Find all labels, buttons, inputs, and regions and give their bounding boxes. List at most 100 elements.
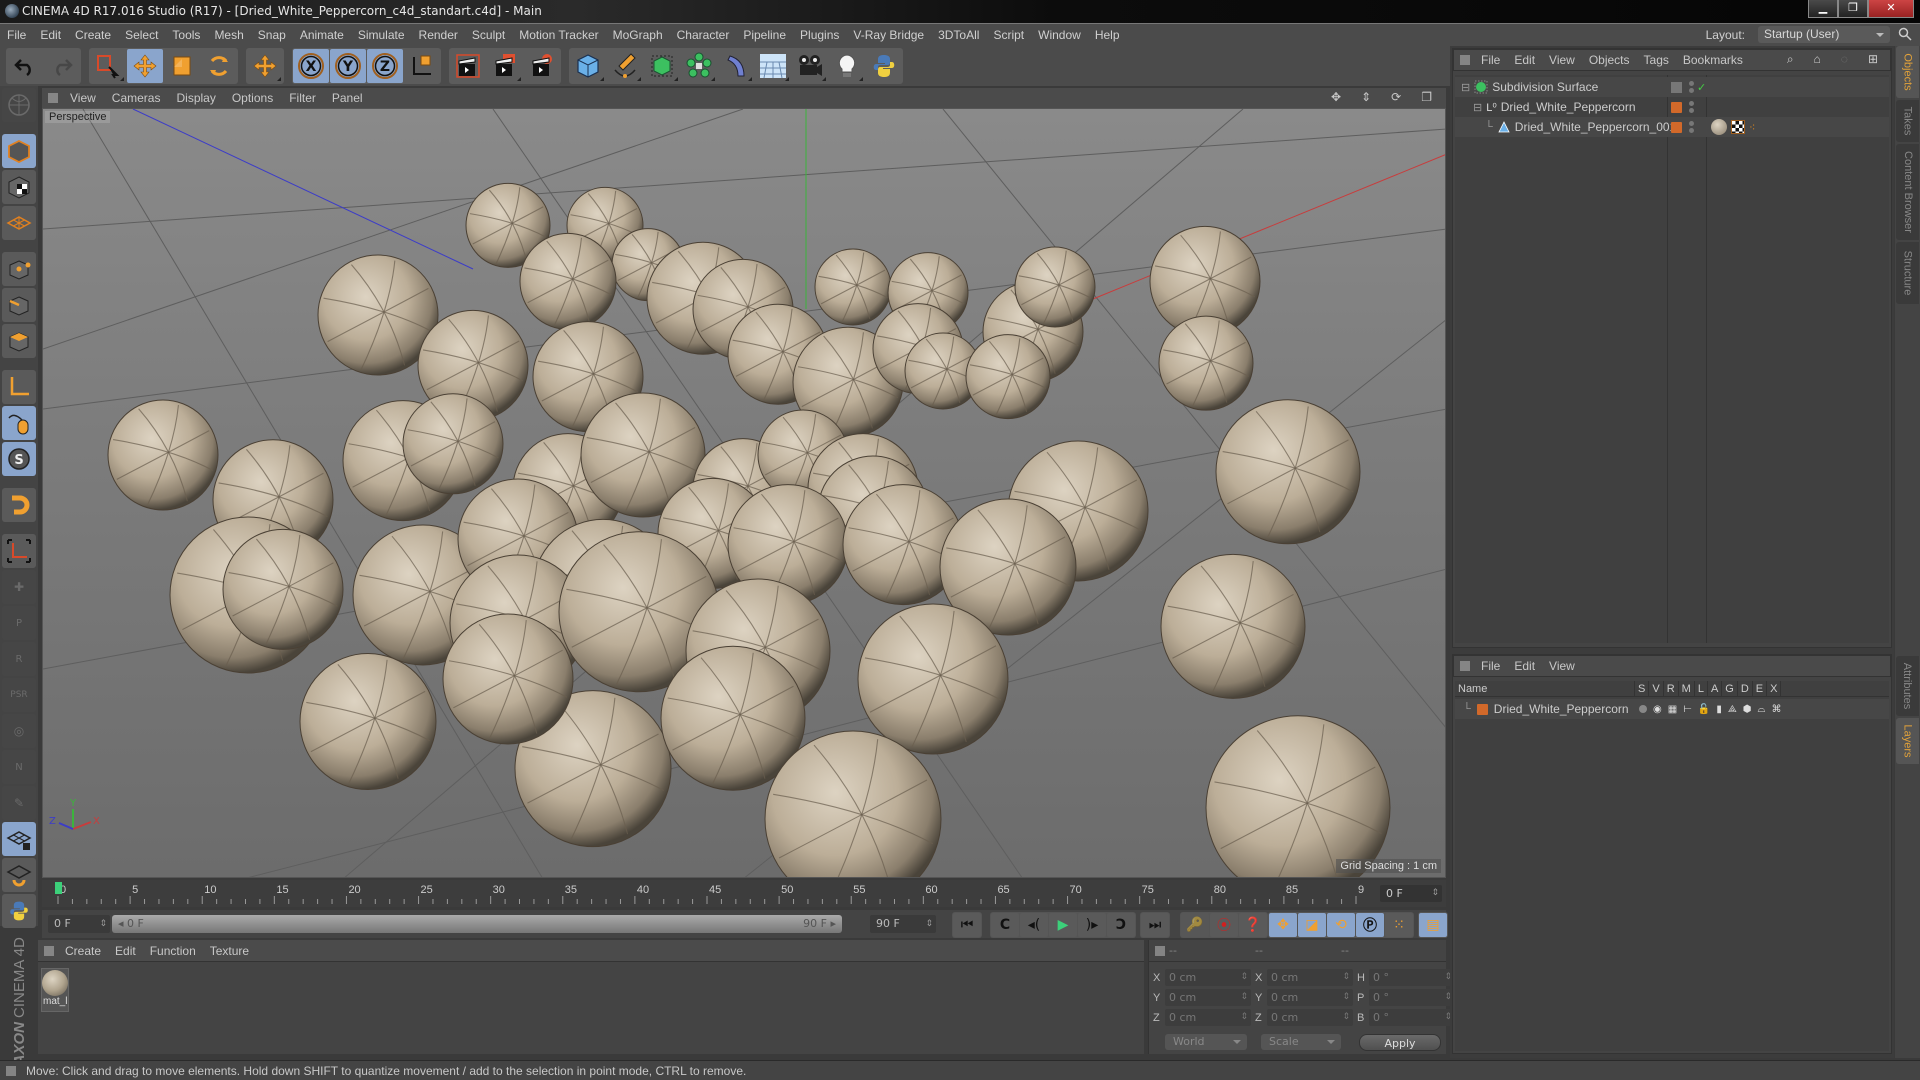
axis-mode-button[interactable] bbox=[2, 370, 36, 404]
go-to-end-button[interactable]: ⏭ bbox=[1141, 913, 1169, 937]
enabled-check-icon[interactable]: ✓ bbox=[1697, 81, 1706, 94]
panel-grip-icon[interactable] bbox=[44, 945, 54, 956]
search-icon[interactable] bbox=[1898, 27, 1912, 41]
restore-button[interactable]: ❐ bbox=[1838, 0, 1868, 18]
layer-none-icon[interactable] bbox=[1671, 81, 1682, 93]
dolly-view-icon[interactable]: ⇕ bbox=[1353, 90, 1379, 104]
perspective-viewport[interactable]: Y X Z Perspective Grid Spacing : 1 cm bbox=[42, 108, 1446, 878]
visible-toggle-icon[interactable]: ◉ bbox=[1653, 704, 1662, 715]
eye-icon[interactable]: ◌ bbox=[1834, 52, 1855, 67]
material-tag-icon[interactable] bbox=[1711, 119, 1727, 135]
menu-tools[interactable]: Tools bbox=[165, 28, 207, 42]
points-mode-button[interactable] bbox=[2, 252, 36, 286]
menu-sculpt[interactable]: Sculpt bbox=[465, 28, 512, 42]
visibility-dots[interactable] bbox=[1689, 81, 1694, 93]
tab-structure[interactable]: Structure bbox=[1896, 242, 1919, 304]
play-button[interactable]: ▶ bbox=[1049, 913, 1077, 937]
layers-menu-file[interactable]: File bbox=[1474, 659, 1507, 673]
apply-button[interactable]: Apply bbox=[1359, 1034, 1441, 1051]
previous-frame-button[interactable]: ◂( bbox=[1020, 913, 1048, 937]
render-settings-button[interactable] bbox=[524, 49, 560, 83]
column-solo[interactable]: S bbox=[1635, 680, 1650, 697]
cloner-button[interactable] bbox=[681, 49, 717, 83]
workplane-mode-button[interactable] bbox=[2, 206, 36, 240]
rotation-h-field[interactable]: 0 ° bbox=[1369, 969, 1455, 986]
key-pla-button[interactable]: ⁙ bbox=[1385, 913, 1413, 937]
range-end-field[interactable]: 90 F bbox=[870, 915, 936, 933]
viewport-menu-view[interactable]: View bbox=[62, 91, 104, 105]
menu-snap[interactable]: Snap bbox=[251, 28, 293, 42]
menu-help[interactable]: Help bbox=[1088, 28, 1127, 42]
visibility-dots[interactable] bbox=[1689, 101, 1694, 113]
menu-animate[interactable]: Animate bbox=[293, 28, 351, 42]
object-row[interactable]: ⊟ Subdivision Surface ✓ bbox=[1455, 77, 1889, 97]
model-mode-button[interactable] bbox=[2, 134, 36, 168]
column-generators[interactable]: G bbox=[1722, 680, 1738, 697]
solo-button[interactable]: S bbox=[2, 442, 36, 476]
deformers-toggle-icon[interactable]: ⬢ bbox=[1743, 704, 1752, 715]
range-slider[interactable]: ◂ 0 F 90 F ▸ bbox=[112, 915, 842, 933]
autokeying-button[interactable]: ❓ bbox=[1239, 913, 1267, 937]
lock-toggle-icon[interactable]: 🔓 bbox=[1698, 704, 1710, 715]
column-visible[interactable]: V bbox=[1649, 680, 1664, 697]
menu-window[interactable]: Window bbox=[1031, 28, 1088, 42]
xpresso-r-button[interactable]: R bbox=[2, 642, 36, 676]
tab-layers[interactable]: Layers bbox=[1896, 718, 1919, 764]
phong-tag-icon[interactable]: ⁖ bbox=[1749, 121, 1755, 134]
column-expressions[interactable]: E bbox=[1753, 680, 1768, 697]
edges-mode-button[interactable] bbox=[2, 288, 36, 322]
menu-character[interactable]: Character bbox=[670, 28, 737, 42]
xpresso-psr-button[interactable]: PSR bbox=[2, 678, 36, 712]
menu-3dtoall[interactable]: 3DToAll bbox=[931, 28, 986, 42]
xpresso-p-button[interactable]: P bbox=[2, 606, 36, 640]
size-z-field[interactable]: 0 cm bbox=[1267, 1009, 1353, 1026]
tab-content-browser[interactable]: Content Browser bbox=[1896, 144, 1919, 240]
position-z-field[interactable]: 0 cm bbox=[1165, 1009, 1251, 1026]
tab-attributes[interactable]: Attributes bbox=[1896, 656, 1919, 716]
column-name[interactable]: Name bbox=[1455, 680, 1635, 697]
column-deformers[interactable]: D bbox=[1738, 680, 1753, 697]
manager-toggle-icon[interactable]: ⊢ bbox=[1683, 704, 1692, 715]
panel-grip-icon[interactable] bbox=[1460, 661, 1470, 671]
objects-menu-bookmarks[interactable]: Bookmarks bbox=[1676, 53, 1750, 67]
playhead[interactable] bbox=[55, 882, 62, 894]
search-icon[interactable]: ⌕ bbox=[1780, 52, 1801, 67]
minimize-button[interactable]: ▁ bbox=[1808, 0, 1838, 18]
panel-grip-icon[interactable] bbox=[1460, 55, 1470, 65]
record-active-objects-button[interactable]: ⦿ bbox=[1210, 913, 1238, 937]
z-axis-lock-button[interactable]: Z bbox=[367, 49, 403, 83]
key-scale-button[interactable]: ◪ bbox=[1298, 913, 1326, 937]
deformer-button[interactable] bbox=[718, 49, 754, 83]
tweak-mode-button[interactable] bbox=[2, 406, 36, 440]
tab-takes[interactable]: Takes bbox=[1896, 100, 1919, 142]
menu-create[interactable]: Create bbox=[68, 28, 118, 42]
rotation-b-field[interactable]: 0 ° bbox=[1369, 1009, 1455, 1026]
key-position-button[interactable]: ✥ bbox=[1269, 913, 1297, 937]
cube-button[interactable] bbox=[570, 49, 606, 83]
menu-vray-bridge[interactable]: V-Ray Bridge bbox=[846, 28, 931, 42]
collapse-icon[interactable]: ⊟ bbox=[1473, 101, 1482, 114]
range-start-field[interactable]: 0 F bbox=[48, 915, 110, 933]
next-frame-button[interactable]: )▸ bbox=[1078, 913, 1106, 937]
objects-menu-tags[interactable]: Tags bbox=[1637, 53, 1676, 67]
workplane-button[interactable] bbox=[2, 534, 36, 568]
objects-menu-view[interactable]: View bbox=[1542, 53, 1582, 67]
go-to-start-button[interactable]: ⏮ bbox=[953, 913, 981, 937]
timeline-ruler[interactable]: 051015202530354045505560657075808590 0 F bbox=[42, 880, 1446, 907]
previous-keyframe-button[interactable]: C bbox=[991, 913, 1019, 937]
snap-button[interactable] bbox=[2, 488, 36, 522]
tab-objects[interactable]: Objects bbox=[1896, 46, 1919, 98]
render-toggle-icon[interactable]: ▦ bbox=[1668, 704, 1677, 715]
material-menu-texture[interactable]: Texture bbox=[203, 944, 256, 958]
visibility-dots[interactable] bbox=[1689, 121, 1694, 133]
rotate-tool-button[interactable] bbox=[201, 49, 237, 83]
viewport-menu-options[interactable]: Options bbox=[224, 91, 281, 105]
panel-grip-icon[interactable] bbox=[48, 93, 58, 103]
generators-toggle-icon[interactable]: ⟁ bbox=[1728, 704, 1737, 715]
viewport-menu-display[interactable]: Display bbox=[168, 91, 223, 105]
layers-menu-view[interactable]: View bbox=[1542, 659, 1582, 673]
viewport-menu-cameras[interactable]: Cameras bbox=[104, 91, 169, 105]
menu-select[interactable]: Select bbox=[118, 28, 165, 42]
xpresso-n-button[interactable]: N bbox=[2, 750, 36, 784]
column-render[interactable]: R bbox=[1664, 680, 1679, 697]
